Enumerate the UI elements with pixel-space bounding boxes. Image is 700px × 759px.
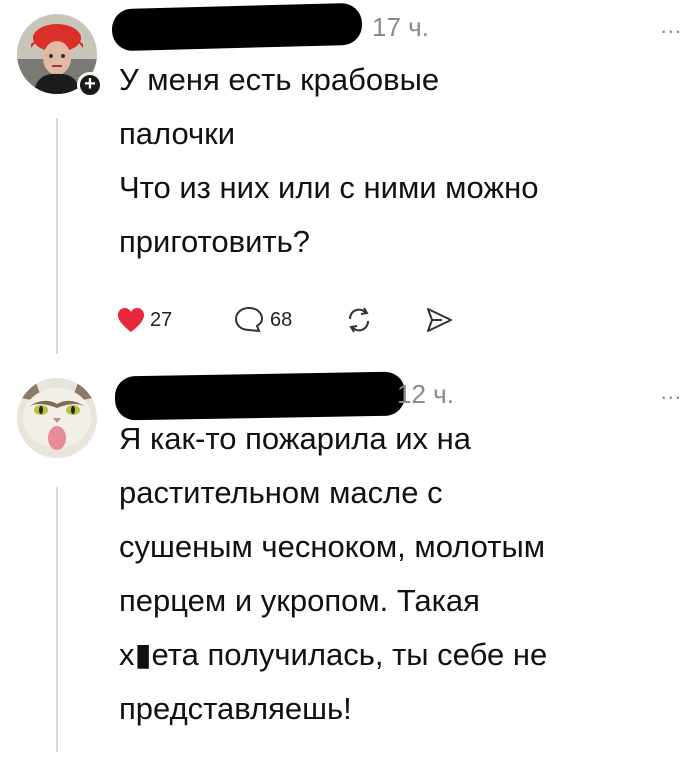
text-line: х▮ета получилась, ты себе не	[119, 637, 548, 672]
repost-icon	[348, 307, 370, 333]
comment-count: 68	[270, 308, 293, 331]
text-line: сушеным чесноком, молотым	[119, 529, 546, 564]
heart-icon	[118, 308, 144, 332]
comment-button[interactable]: 68	[232, 304, 342, 336]
comment-icon	[234, 306, 264, 333]
thread-line	[56, 118, 58, 354]
post-text: Я как-то пожарила их на растительном мас…	[119, 412, 689, 736]
share-button[interactable]	[422, 304, 462, 336]
text-line: У меня есть крабовые	[119, 62, 440, 97]
repost-button[interactable]	[342, 304, 422, 336]
follow-button[interactable]: +	[77, 72, 103, 98]
text-line: растительном масле с	[119, 475, 443, 510]
redacted-username	[111, 2, 363, 52]
text-line: Я как-то пожарила их на	[119, 421, 472, 456]
more-options-icon[interactable]: ...	[661, 379, 682, 405]
post-time: 12 ч.	[397, 379, 454, 409]
action-bar: 27 68	[116, 300, 462, 340]
thread-line	[56, 487, 58, 752]
post-item: + 17 ч. ... У меня есть крабовые палочки…	[0, 0, 700, 362]
text-line: перцем и укропом. Такая	[119, 583, 480, 618]
avatar[interactable]	[17, 378, 97, 458]
post-time: 17 ч.	[372, 12, 429, 42]
share-icon	[427, 308, 452, 332]
more-options-icon[interactable]: ...	[661, 13, 682, 39]
like-button[interactable]: 27	[116, 306, 196, 334]
text-line: приготовить?	[119, 224, 310, 259]
text-line: представляешь!	[119, 691, 352, 726]
post-text: У меня есть крабовые палочки Что из них …	[119, 53, 679, 269]
like-count: 27	[150, 308, 173, 331]
text-line: палочки	[119, 116, 236, 151]
text-line: Что из них или с ними можно	[119, 170, 539, 205]
